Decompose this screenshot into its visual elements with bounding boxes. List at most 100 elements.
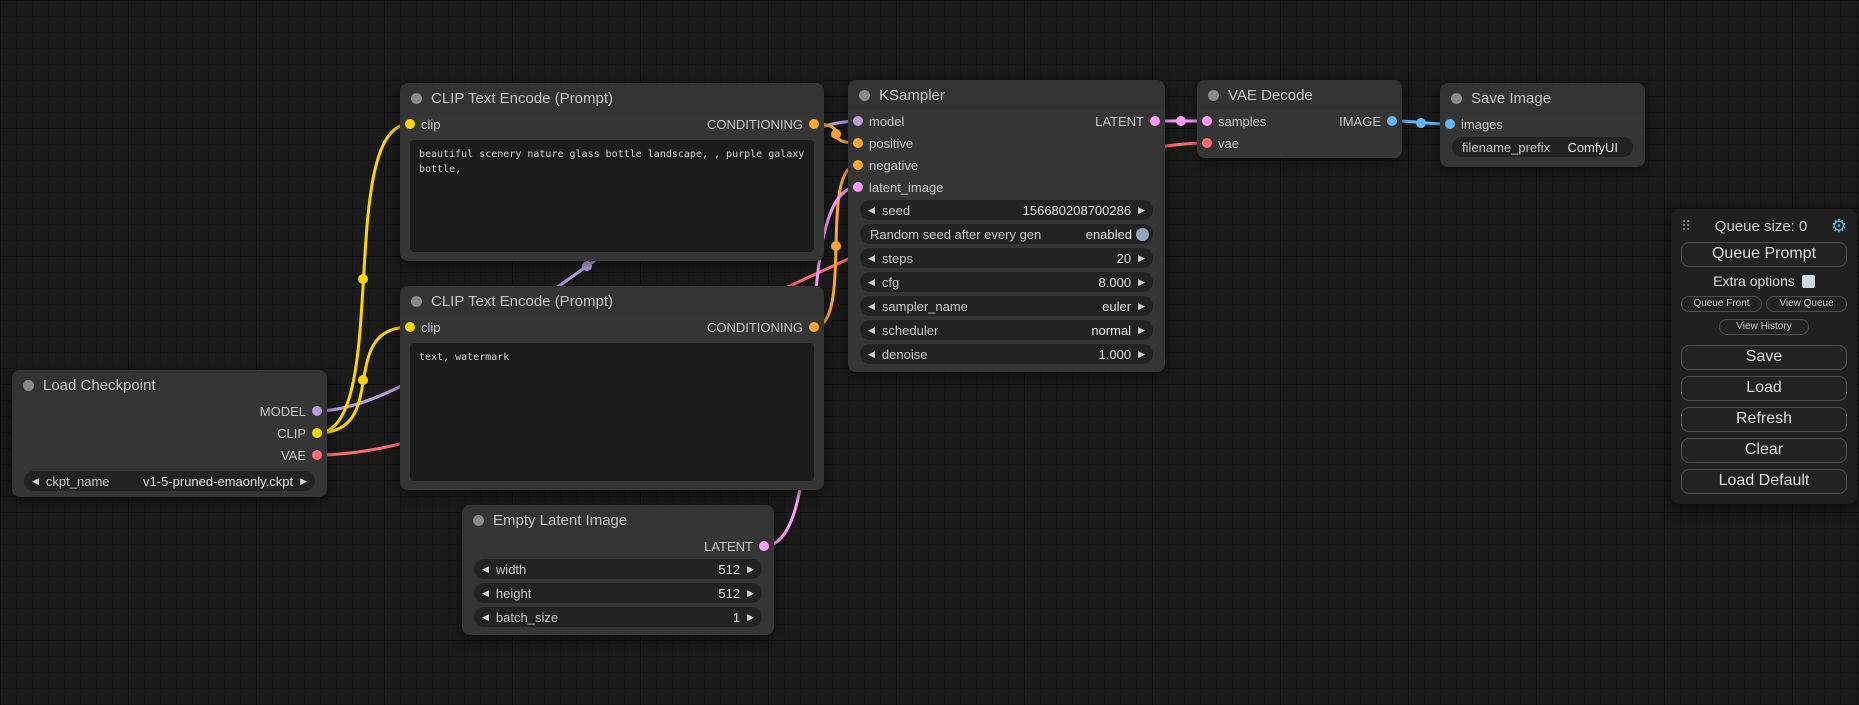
decrement-arrow-icon[interactable]: ◀ bbox=[868, 350, 875, 359]
increment-arrow-icon[interactable]: ▶ bbox=[1138, 302, 1145, 311]
clip-input-dot[interactable] bbox=[405, 119, 415, 129]
view-history-button[interactable]: View History bbox=[1719, 319, 1808, 335]
node-clip-text-encode-negative[interactable]: CLIP Text Encode (Prompt) clip CONDITION… bbox=[400, 286, 824, 490]
node-ksampler[interactable]: KSampler model LATENT positive negative … bbox=[848, 80, 1165, 372]
node-title: KSampler bbox=[879, 87, 945, 104]
decrement-arrow-icon[interactable]: ◀ bbox=[868, 302, 875, 311]
node-load-checkpoint[interactable]: Load Checkpoint MODEL CLIP VAE ◀ ckpt_na… bbox=[12, 370, 327, 497]
collapse-dot-icon[interactable] bbox=[473, 515, 484, 526]
widget-label: steps bbox=[882, 251, 913, 266]
vae-output-dot[interactable] bbox=[312, 450, 322, 460]
image-input-dot[interactable] bbox=[1445, 119, 1455, 129]
node-title-bar[interactable]: Load Checkpoint bbox=[12, 370, 327, 400]
steps-widget[interactable]: ◀ steps 20 ▶ bbox=[860, 248, 1153, 268]
node-empty-latent-image[interactable]: Empty Latent Image LATENT ◀ width 512 ▶ … bbox=[462, 505, 774, 635]
node-title-bar[interactable]: Empty Latent Image bbox=[462, 505, 774, 535]
node-title-bar[interactable]: CLIP Text Encode (Prompt) bbox=[400, 286, 824, 316]
positive-prompt-textarea[interactable]: beautiful scenery nature glass bottle la… bbox=[410, 140, 814, 252]
link-midpoint-dot bbox=[1416, 118, 1426, 128]
height-widget[interactable]: ◀ height 512 ▶ bbox=[474, 583, 762, 603]
model-output-dot[interactable] bbox=[312, 406, 322, 416]
conditioning-input-dot[interactable] bbox=[853, 160, 863, 170]
refresh-button[interactable]: Refresh bbox=[1681, 407, 1847, 432]
latent-input-dot[interactable] bbox=[1202, 116, 1212, 126]
queue-prompt-button[interactable]: Queue Prompt bbox=[1681, 242, 1847, 267]
node-title-bar[interactable]: KSampler bbox=[848, 80, 1165, 110]
conditioning-output-dot[interactable] bbox=[809, 119, 819, 129]
latent-output-slot: LATENT bbox=[704, 539, 769, 554]
conditioning-input-dot[interactable] bbox=[853, 138, 863, 148]
collapse-dot-icon[interactable] bbox=[859, 90, 870, 101]
filename-prefix-widget[interactable]: filename_prefix ComfyUI bbox=[1452, 137, 1633, 157]
node-title-bar[interactable]: Save Image bbox=[1440, 83, 1645, 113]
node-title-bar[interactable]: VAE Decode bbox=[1197, 80, 1402, 110]
collapse-dot-icon[interactable] bbox=[1208, 90, 1219, 101]
increment-arrow-icon[interactable]: ▶ bbox=[1138, 254, 1145, 263]
view-queue-button[interactable]: View Queue bbox=[1766, 296, 1847, 312]
decrement-arrow-icon[interactable]: ◀ bbox=[482, 589, 489, 598]
node-title-bar[interactable]: CLIP Text Encode (Prompt) bbox=[400, 83, 824, 113]
decrement-arrow-icon[interactable]: ◀ bbox=[868, 254, 875, 263]
slot-label: VAE bbox=[281, 448, 306, 463]
collapse-dot-icon[interactable] bbox=[1451, 93, 1462, 104]
collapse-dot-icon[interactable] bbox=[411, 93, 422, 104]
width-widget[interactable]: ◀ width 512 ▶ bbox=[474, 559, 762, 579]
scheduler-widget[interactable]: ◀ scheduler normal ▶ bbox=[860, 320, 1153, 340]
random-seed-toggle-widget[interactable]: Random seed after every gen enabled bbox=[860, 224, 1153, 244]
decrement-arrow-icon[interactable]: ◀ bbox=[32, 477, 39, 486]
latent-output-dot[interactable] bbox=[1150, 116, 1160, 126]
conditioning-output-slot: CONDITIONING bbox=[707, 117, 819, 132]
clip-output-dot[interactable] bbox=[312, 428, 322, 438]
save-button[interactable]: Save bbox=[1681, 345, 1847, 370]
denoise-widget[interactable]: ◀ denoise 1.000 ▶ bbox=[860, 344, 1153, 364]
decrement-arrow-icon[interactable]: ◀ bbox=[482, 613, 489, 622]
increment-arrow-icon[interactable]: ▶ bbox=[1138, 278, 1145, 287]
widget-label: batch_size bbox=[496, 610, 558, 625]
node-title: CLIP Text Encode (Prompt) bbox=[431, 293, 613, 310]
latent-output-dot[interactable] bbox=[759, 541, 769, 551]
node-clip-text-encode-positive[interactable]: CLIP Text Encode (Prompt) clip CONDITION… bbox=[400, 83, 824, 261]
sampler-name-widget[interactable]: ◀ sampler_name euler ▶ bbox=[860, 296, 1153, 316]
slot-label: positive bbox=[869, 136, 913, 151]
latent-output-slot: LATENT bbox=[1095, 114, 1160, 129]
increment-arrow-icon[interactable]: ▶ bbox=[1138, 206, 1145, 215]
cfg-widget[interactable]: ◀ cfg 8.000 ▶ bbox=[860, 272, 1153, 292]
slot-row: MODEL bbox=[12, 400, 327, 422]
decrement-arrow-icon[interactable]: ◀ bbox=[482, 565, 489, 574]
node-vae-decode[interactable]: VAE Decode samples IMAGE vae bbox=[1197, 80, 1402, 158]
clip-input-dot[interactable] bbox=[405, 322, 415, 332]
slot-label: CONDITIONING bbox=[707, 117, 803, 132]
load-button[interactable]: Load bbox=[1681, 376, 1847, 401]
positive-input-slot: positive bbox=[853, 136, 913, 151]
collapse-dot-icon[interactable] bbox=[23, 380, 34, 391]
toggle-knob-icon[interactable] bbox=[1136, 228, 1149, 241]
drag-handle-icon[interactable]: ⠿ bbox=[1681, 218, 1691, 235]
conditioning-output-dot[interactable] bbox=[809, 322, 819, 332]
increment-arrow-icon[interactable]: ▶ bbox=[747, 589, 754, 598]
latent-input-dot[interactable] bbox=[853, 182, 863, 192]
settings-gear-icon[interactable]: ⚙ bbox=[1831, 217, 1847, 235]
decrement-arrow-icon[interactable]: ◀ bbox=[868, 326, 875, 335]
collapse-dot-icon[interactable] bbox=[411, 296, 422, 307]
node-save-image[interactable]: Save Image images filename_prefix ComfyU… bbox=[1440, 83, 1645, 167]
model-input-dot[interactable] bbox=[853, 116, 863, 126]
increment-arrow-icon[interactable]: ▶ bbox=[747, 613, 754, 622]
negative-prompt-textarea[interactable]: text, watermark bbox=[410, 343, 814, 481]
increment-arrow-icon[interactable]: ▶ bbox=[1138, 326, 1145, 335]
link-midpoint-dot bbox=[582, 261, 592, 271]
clear-button[interactable]: Clear bbox=[1681, 438, 1847, 463]
images-input-slot: images bbox=[1445, 117, 1503, 132]
increment-arrow-icon[interactable]: ▶ bbox=[747, 565, 754, 574]
ckpt-name-widget[interactable]: ◀ ckpt_name v1-5-pruned-emaonly.ckpt ▶ bbox=[24, 471, 315, 491]
queue-front-button[interactable]: Queue Front bbox=[1681, 296, 1762, 312]
load-default-button[interactable]: Load Default bbox=[1681, 469, 1847, 494]
extra-options-checkbox[interactable] bbox=[1802, 275, 1815, 288]
decrement-arrow-icon[interactable]: ◀ bbox=[868, 278, 875, 287]
vae-input-dot[interactable] bbox=[1202, 138, 1212, 148]
seed-widget[interactable]: ◀ seed 156680208700286 ▶ bbox=[860, 200, 1153, 220]
decrement-arrow-icon[interactable]: ◀ bbox=[868, 206, 875, 215]
increment-arrow-icon[interactable]: ▶ bbox=[1138, 350, 1145, 359]
increment-arrow-icon[interactable]: ▶ bbox=[300, 477, 307, 486]
image-output-dot[interactable] bbox=[1387, 116, 1397, 126]
batch-size-widget[interactable]: ◀ batch_size 1 ▶ bbox=[474, 607, 762, 627]
